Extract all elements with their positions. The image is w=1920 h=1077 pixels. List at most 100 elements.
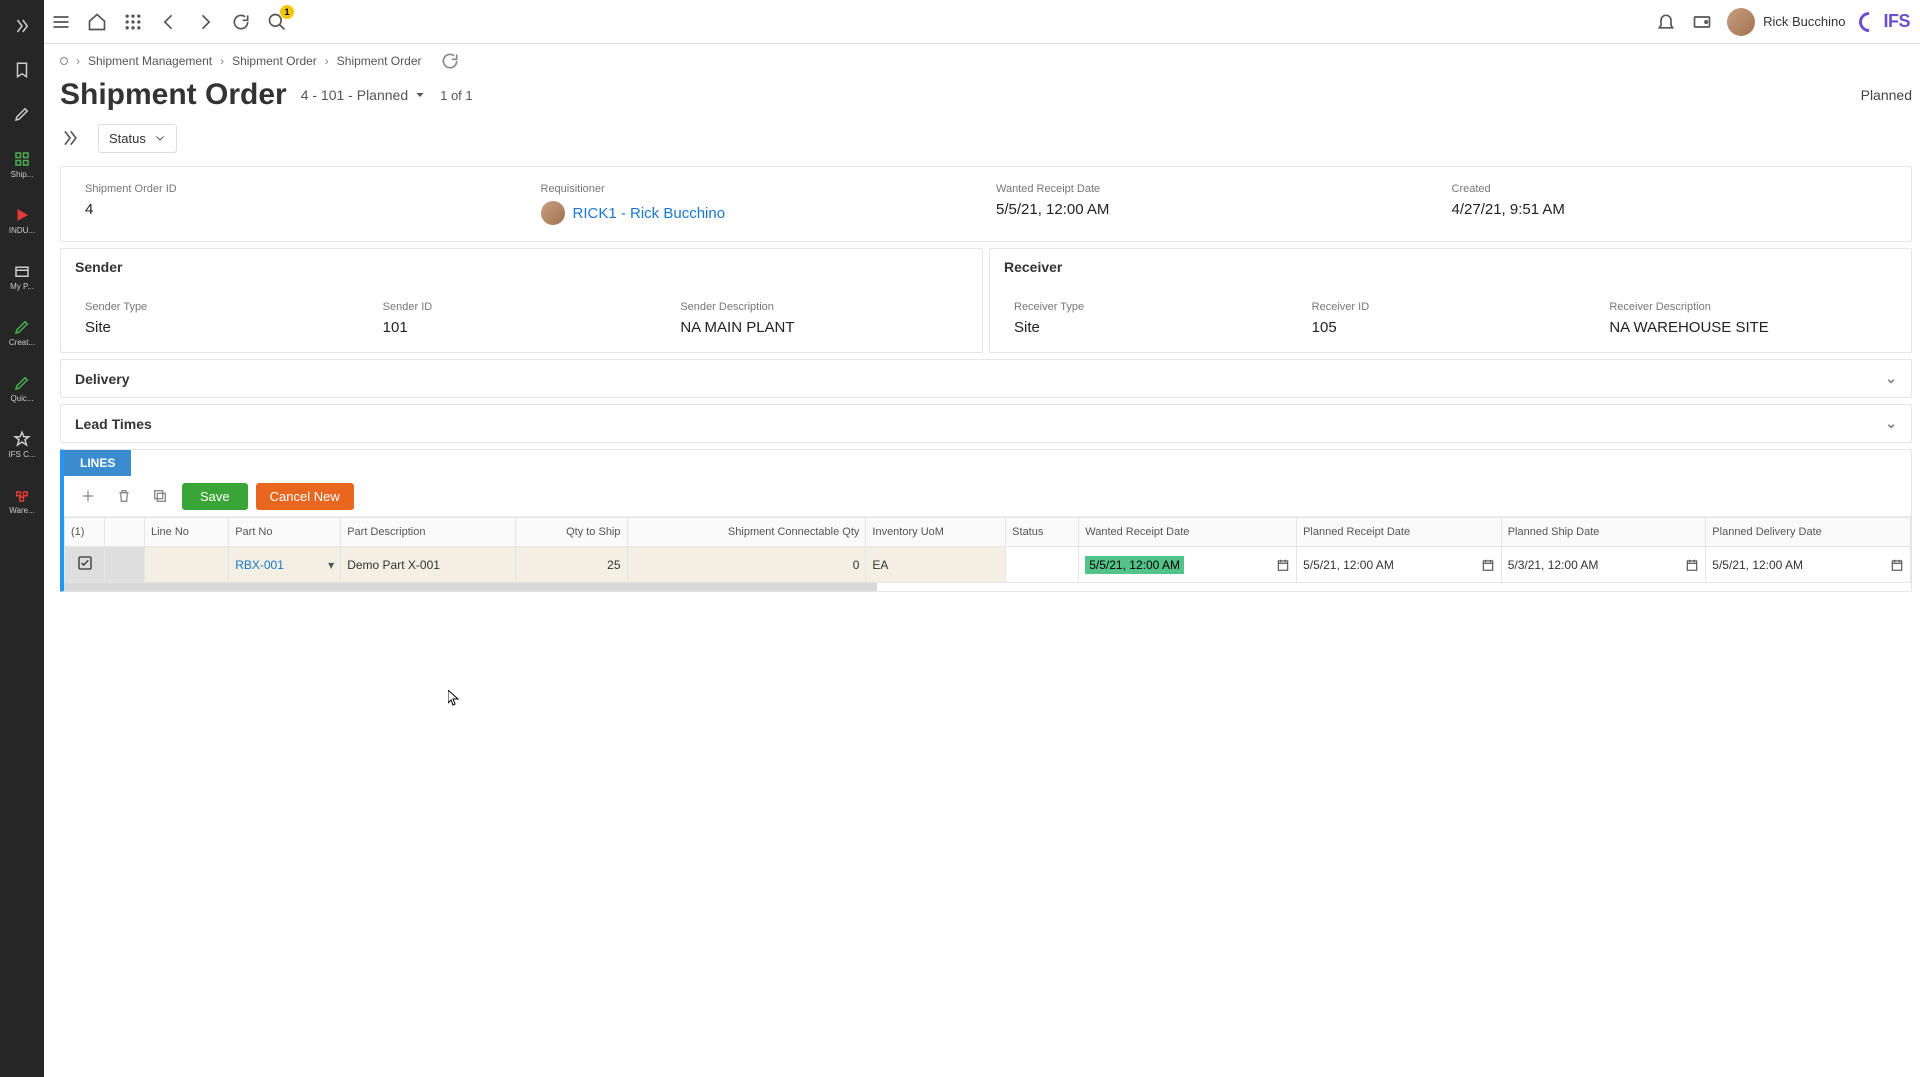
- col-qty-ship[interactable]: Qty to Ship: [516, 518, 627, 547]
- lead-times-panel[interactable]: Lead Times ⌄: [60, 404, 1912, 443]
- menu-button[interactable]: [50, 11, 72, 33]
- table-row[interactable]: RBX-001▾ Demo Part X-001 25 0 EA 5/5/21,…: [65, 547, 1911, 583]
- col-wanted[interactable]: Wanted Receipt Date: [1079, 518, 1297, 547]
- requisitioner-avatar-icon: [541, 201, 565, 225]
- record-selector[interactable]: 4 - 101 - Planned: [301, 87, 426, 103]
- rail-item-ifsc[interactable]: IFS C...: [0, 418, 44, 470]
- col-part-no[interactable]: Part No: [229, 518, 341, 547]
- cell-ship-conn[interactable]: 0: [627, 547, 866, 583]
- chevron-right-double-icon: [13, 17, 31, 35]
- status-dropdown[interactable]: Status: [98, 124, 177, 153]
- delivery-title: Delivery: [75, 371, 129, 387]
- cell-status: [1006, 547, 1079, 583]
- header-panel: Shipment Order ID 4 Requisitioner RICK1 …: [60, 166, 1912, 242]
- notifications-button[interactable]: [1655, 11, 1677, 33]
- duplicate-row-button[interactable]: [146, 482, 174, 510]
- rail-item-myp[interactable]: My P...: [0, 250, 44, 302]
- checkbox-checked-icon: [77, 555, 93, 571]
- horizontal-scrollbar[interactable]: [64, 583, 877, 591]
- val-receiver-desc: NA WAREHOUSE SITE: [1609, 319, 1887, 336]
- user-menu[interactable]: Rick Bucchino: [1727, 8, 1845, 36]
- cell-planned-ship[interactable]: 5/3/21, 12:00 AM: [1501, 547, 1706, 583]
- rail-item-ship[interactable]: Ship...: [0, 138, 44, 190]
- sender-title: Sender: [75, 259, 122, 275]
- breadcrumb-seg3[interactable]: Shipment Order: [337, 54, 422, 68]
- lbl-receiver-desc: Receiver Description: [1609, 301, 1887, 313]
- receiver-title: Receiver: [1004, 259, 1062, 275]
- rail-item-creat[interactable]: Creat...: [0, 306, 44, 358]
- rail-expand[interactable]: [0, 6, 44, 46]
- col-status[interactable]: Status: [1006, 518, 1079, 547]
- delivery-panel[interactable]: Delivery ⌄: [60, 359, 1912, 398]
- rail-item-quic[interactable]: Quic...: [0, 362, 44, 414]
- pencil-icon: [13, 105, 31, 123]
- chevron-down-icon: [154, 132, 166, 144]
- home-button[interactable]: [86, 11, 108, 33]
- val-wanted-receipt: 5/5/21, 12:00 AM: [996, 201, 1432, 218]
- delete-row-button[interactable]: [110, 482, 138, 510]
- apps-button[interactable]: [122, 11, 144, 33]
- page-title: Shipment Order: [60, 78, 287, 112]
- refresh-icon: [231, 12, 251, 32]
- sender-panel: Sender Sender TypeSite Sender ID101 Send…: [60, 248, 983, 353]
- col-uom[interactable]: Inventory UoM: [866, 518, 1006, 547]
- forward-button[interactable]: [194, 11, 216, 33]
- search-button[interactable]: 1: [266, 11, 288, 33]
- col-line-no[interactable]: Line No: [145, 518, 229, 547]
- warehouse-icon: [13, 486, 31, 504]
- expand-toolbar[interactable]: [60, 128, 80, 148]
- cell-line-no[interactable]: [145, 547, 229, 583]
- back-button[interactable]: [158, 11, 180, 33]
- receiver-panel: Receiver Receiver TypeSite Receiver ID10…: [989, 248, 1912, 353]
- calendar-icon[interactable]: [1276, 558, 1290, 572]
- lines-grid: (1) Line No Part No Part Description Qty…: [64, 517, 1911, 583]
- refresh-small-icon: [440, 51, 460, 71]
- col-planned-delivery[interactable]: Planned Delivery Date: [1706, 518, 1911, 547]
- bookmark-icon: [13, 61, 31, 79]
- cell-planned-receipt[interactable]: 5/5/21, 12:00 AM: [1297, 547, 1502, 583]
- cell-planned-delivery[interactable]: 5/5/21, 12:00 AM: [1706, 547, 1911, 583]
- col-planned-ship[interactable]: Planned Ship Date: [1501, 518, 1706, 547]
- col-count[interactable]: (1): [65, 518, 105, 547]
- lines-tab[interactable]: LINES: [64, 450, 131, 476]
- val-sender-desc: NA MAIN PLANT: [680, 319, 958, 336]
- lbl-receiver-id: Receiver ID: [1312, 301, 1590, 313]
- breadcrumb-refresh[interactable]: [439, 50, 461, 72]
- col-ship-conn[interactable]: Shipment Connectable Qty: [627, 518, 866, 547]
- row-marker: [105, 547, 145, 583]
- chevron-down-icon: ⌄: [1885, 370, 1897, 387]
- col-planned-receipt[interactable]: Planned Receipt Date: [1297, 518, 1502, 547]
- calendar-icon[interactable]: [1481, 558, 1495, 572]
- rail-edit[interactable]: [0, 94, 44, 134]
- cell-wanted[interactable]: 5/5/21, 12:00 AM: [1079, 547, 1297, 583]
- breadcrumb-seg2[interactable]: Shipment Order: [232, 54, 317, 68]
- cancel-new-button[interactable]: Cancel New: [256, 483, 354, 510]
- wallet-button[interactable]: [1691, 11, 1713, 33]
- cell-part-no[interactable]: RBX-001▾: [229, 547, 341, 583]
- row-select-checkbox[interactable]: [65, 547, 105, 583]
- val-created: 4/27/21, 9:51 AM: [1452, 201, 1888, 218]
- rail-bookmark[interactable]: [0, 50, 44, 90]
- dropdown-caret-icon: ▾: [328, 558, 334, 572]
- add-row-button[interactable]: [74, 482, 102, 510]
- refresh-button[interactable]: [230, 11, 252, 33]
- col-part-desc[interactable]: Part Description: [341, 518, 516, 547]
- requisitioner-link[interactable]: RICK1 - Rick Bucchino: [573, 205, 726, 222]
- save-button[interactable]: Save: [182, 483, 248, 510]
- cell-qty-ship[interactable]: 25: [516, 547, 627, 583]
- pencil-green2-icon: [13, 374, 31, 392]
- chevron-down-icon: ⌄: [1885, 415, 1897, 432]
- breadcrumb-seg1[interactable]: Shipment Management: [88, 54, 212, 68]
- pager: 1 of 1: [440, 88, 473, 103]
- hamburger-icon: [51, 12, 71, 32]
- lbl-created: Created: [1452, 183, 1888, 195]
- calendar-icon[interactable]: [1685, 558, 1699, 572]
- plus-icon: [80, 488, 96, 504]
- rail-item-ware[interactable]: Ware...: [0, 474, 44, 526]
- rail-item-indu[interactable]: INDU...: [0, 194, 44, 246]
- play-icon: [13, 206, 31, 224]
- calendar-icon[interactable]: [1890, 558, 1904, 572]
- ifs-logo: IFS: [1859, 11, 1910, 32]
- cell-part-desc[interactable]: Demo Part X-001: [341, 547, 516, 583]
- cell-uom[interactable]: EA: [866, 547, 1006, 583]
